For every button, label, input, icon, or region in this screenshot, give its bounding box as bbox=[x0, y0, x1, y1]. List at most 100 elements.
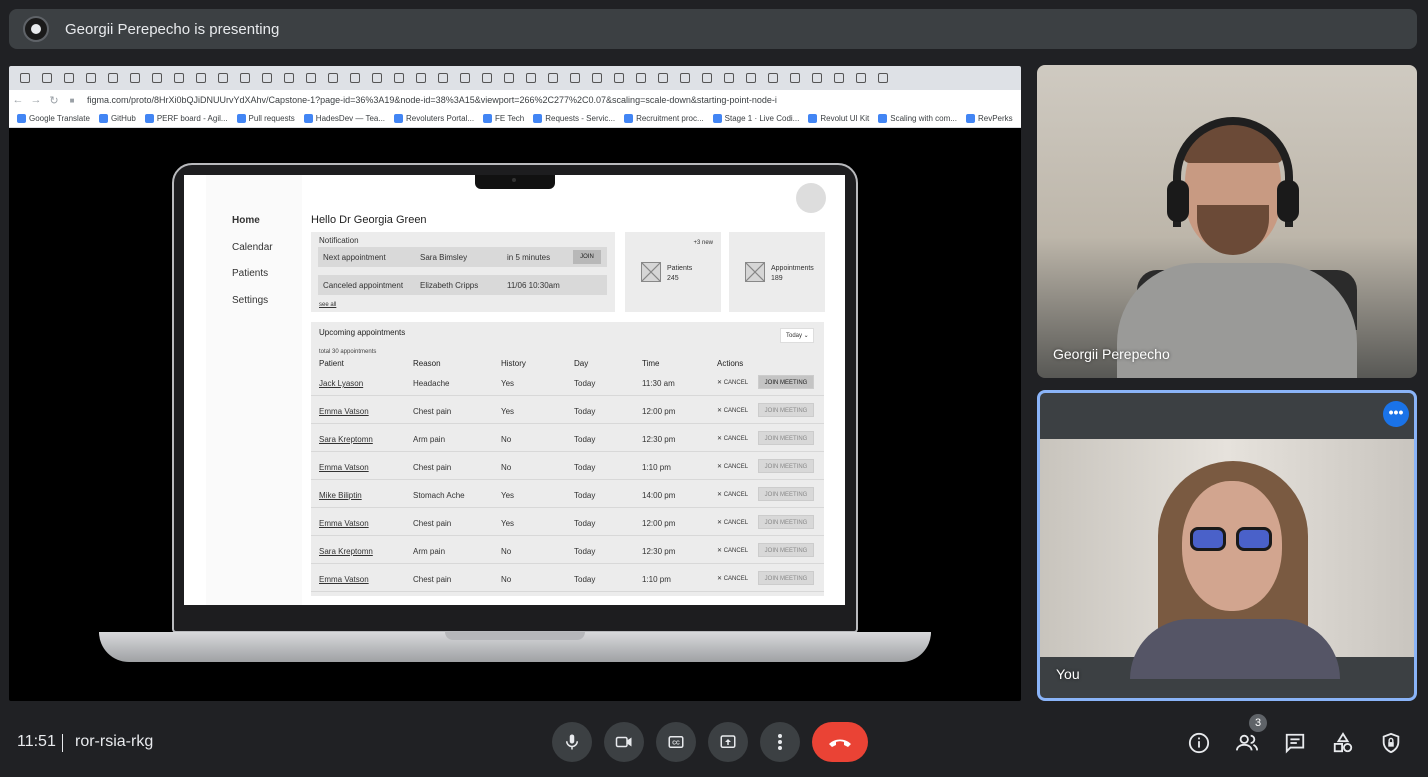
browser-tab[interactable] bbox=[103, 70, 122, 86]
participant-tile-remote[interactable]: Georgii Perepecho bbox=[1037, 65, 1417, 378]
bookmark-item[interactable]: Pull requests bbox=[236, 114, 295, 123]
browser-tab[interactable] bbox=[301, 70, 320, 86]
laptop-groove bbox=[445, 632, 585, 640]
browser-tab[interactable] bbox=[675, 70, 694, 86]
bookmark-item[interactable]: Google Translate bbox=[17, 114, 90, 123]
cell-reason: Chest pain bbox=[413, 463, 452, 472]
bookmark-item[interactable]: Requests - Servic... bbox=[533, 114, 615, 123]
cell-day: Today bbox=[574, 435, 596, 444]
browser-tab[interactable] bbox=[587, 70, 606, 86]
favicon-icon bbox=[415, 73, 426, 83]
separator bbox=[62, 734, 63, 752]
host-controls-button[interactable] bbox=[1378, 730, 1404, 756]
chat-button[interactable] bbox=[1282, 730, 1308, 756]
browser-tab[interactable] bbox=[81, 70, 100, 86]
browser-tab[interactable] bbox=[741, 70, 760, 86]
browser-tab[interactable] bbox=[213, 70, 232, 86]
participant-tile-self[interactable]: ••• You bbox=[1037, 390, 1417, 701]
camera-button[interactable] bbox=[604, 722, 644, 762]
browser-tab[interactable] bbox=[169, 70, 188, 86]
favicon-icon bbox=[437, 73, 448, 83]
browser-tab[interactable] bbox=[543, 70, 562, 86]
notification-title: Notification bbox=[319, 236, 359, 245]
bookmark-favicon-icon bbox=[483, 114, 493, 123]
favicon-icon bbox=[833, 73, 844, 83]
cell-time: 1:10 pm bbox=[642, 575, 671, 584]
cell-time: 1:10 pm bbox=[642, 463, 671, 472]
appointment-row: Jack Lyason Headache Yes Today 11:30 am ✕ CAN… bbox=[311, 370, 824, 396]
cancel-link: ✕ CANCEL bbox=[717, 435, 748, 442]
browser-tab[interactable] bbox=[147, 70, 166, 86]
meeting-details-button[interactable] bbox=[1186, 730, 1212, 756]
cell-day: Today bbox=[574, 491, 596, 500]
favicon-icon bbox=[173, 73, 184, 83]
cancel-label: CANCEL bbox=[723, 408, 749, 414]
people-button[interactable] bbox=[1234, 730, 1260, 756]
microphone-button[interactable] bbox=[552, 722, 592, 762]
browser-tab[interactable] bbox=[257, 70, 276, 86]
browser-tab[interactable] bbox=[499, 70, 518, 86]
bookmark-item[interactable]: RevPerks bbox=[965, 114, 1013, 123]
activities-button[interactable] bbox=[1330, 730, 1356, 756]
browser-tab[interactable] bbox=[411, 70, 430, 86]
bookmark-label: RevPerks bbox=[977, 114, 1013, 123]
browser-tab[interactable] bbox=[477, 70, 496, 86]
lock-icon: ■ bbox=[69, 95, 75, 105]
bookmarks-bar: Google Translate GitHub PERF board - Agil.… bbox=[9, 110, 1021, 128]
browser-tab[interactable] bbox=[653, 70, 672, 86]
bookmark-favicon-icon bbox=[144, 114, 154, 123]
captions-button[interactable]: CC bbox=[656, 722, 696, 762]
browser-tab[interactable] bbox=[719, 70, 738, 86]
present-screen-button[interactable] bbox=[708, 722, 748, 762]
browser-tab[interactable] bbox=[235, 70, 254, 86]
browser-tab[interactable] bbox=[389, 70, 408, 86]
browser-tab[interactable] bbox=[59, 70, 78, 86]
bookmark-item[interactable]: GitHub bbox=[98, 114, 136, 123]
browser-tab[interactable] bbox=[565, 70, 584, 86]
more-options-button[interactable]: ••• bbox=[1383, 401, 1409, 427]
favicon-icon bbox=[305, 73, 316, 83]
bookmark-item[interactable]: HadesDev — Tea... bbox=[303, 114, 386, 123]
more-options-menu-button[interactable] bbox=[760, 722, 800, 762]
browser-tab[interactable] bbox=[829, 70, 848, 86]
bookmark-item[interactable]: Revoluters Portal... bbox=[394, 114, 474, 123]
bookmark-item[interactable]: FE Tech bbox=[483, 114, 524, 123]
browser-tab[interactable] bbox=[455, 70, 474, 86]
browser-tab[interactable] bbox=[873, 70, 892, 86]
bookmark-item[interactable]: Recruitment proc... bbox=[624, 114, 704, 123]
end-call-button[interactable] bbox=[812, 722, 868, 762]
browser-tab[interactable] bbox=[279, 70, 298, 86]
browser-tab[interactable] bbox=[785, 70, 804, 86]
browser-tab[interactable] bbox=[433, 70, 452, 86]
nav-settings: Settings bbox=[232, 295, 269, 306]
appointment-row: Emma Vatson Chest pain Yes Today 12:00 pm ✕ C… bbox=[311, 398, 824, 424]
col-actions: Actions bbox=[717, 359, 744, 368]
browser-tab[interactable] bbox=[609, 70, 628, 86]
notification-name: Sara Bimsley bbox=[420, 253, 468, 262]
bookmark-item[interactable]: Stage 1 · Live Codi... bbox=[712, 114, 799, 123]
browser-tab[interactable] bbox=[697, 70, 716, 86]
browser-tab[interactable] bbox=[191, 70, 210, 86]
browser-tab[interactable] bbox=[15, 70, 34, 86]
bookmark-favicon-icon bbox=[878, 114, 888, 123]
cancel-label: CANCEL bbox=[723, 492, 749, 498]
browser-tab[interactable] bbox=[125, 70, 144, 86]
appointments-label: Appointments bbox=[771, 265, 814, 272]
browser-tab[interactable] bbox=[521, 70, 540, 86]
browser-tab[interactable] bbox=[851, 70, 870, 86]
bookmark-item[interactable]: Scaling with com... bbox=[878, 114, 957, 123]
bookmark-label: HadesDev — Tea... bbox=[315, 114, 386, 123]
patients-value: 245 bbox=[667, 275, 679, 282]
bookmark-item[interactable]: PERF board - Agil... bbox=[144, 114, 228, 123]
browser-tab[interactable] bbox=[345, 70, 364, 86]
browser-tab[interactable] bbox=[763, 70, 782, 86]
browser-tab[interactable] bbox=[323, 70, 342, 86]
browser-tab[interactable] bbox=[37, 70, 56, 86]
browser-tab[interactable] bbox=[807, 70, 826, 86]
back-icon: ← bbox=[12, 94, 24, 106]
notification-row: Canceled appointment Elizabeth Cripps 11… bbox=[318, 275, 607, 295]
forward-icon: → bbox=[30, 94, 42, 106]
browser-tab[interactable] bbox=[631, 70, 650, 86]
bookmark-item[interactable]: Revolut UI Kit bbox=[808, 114, 869, 123]
browser-tab[interactable] bbox=[367, 70, 386, 86]
